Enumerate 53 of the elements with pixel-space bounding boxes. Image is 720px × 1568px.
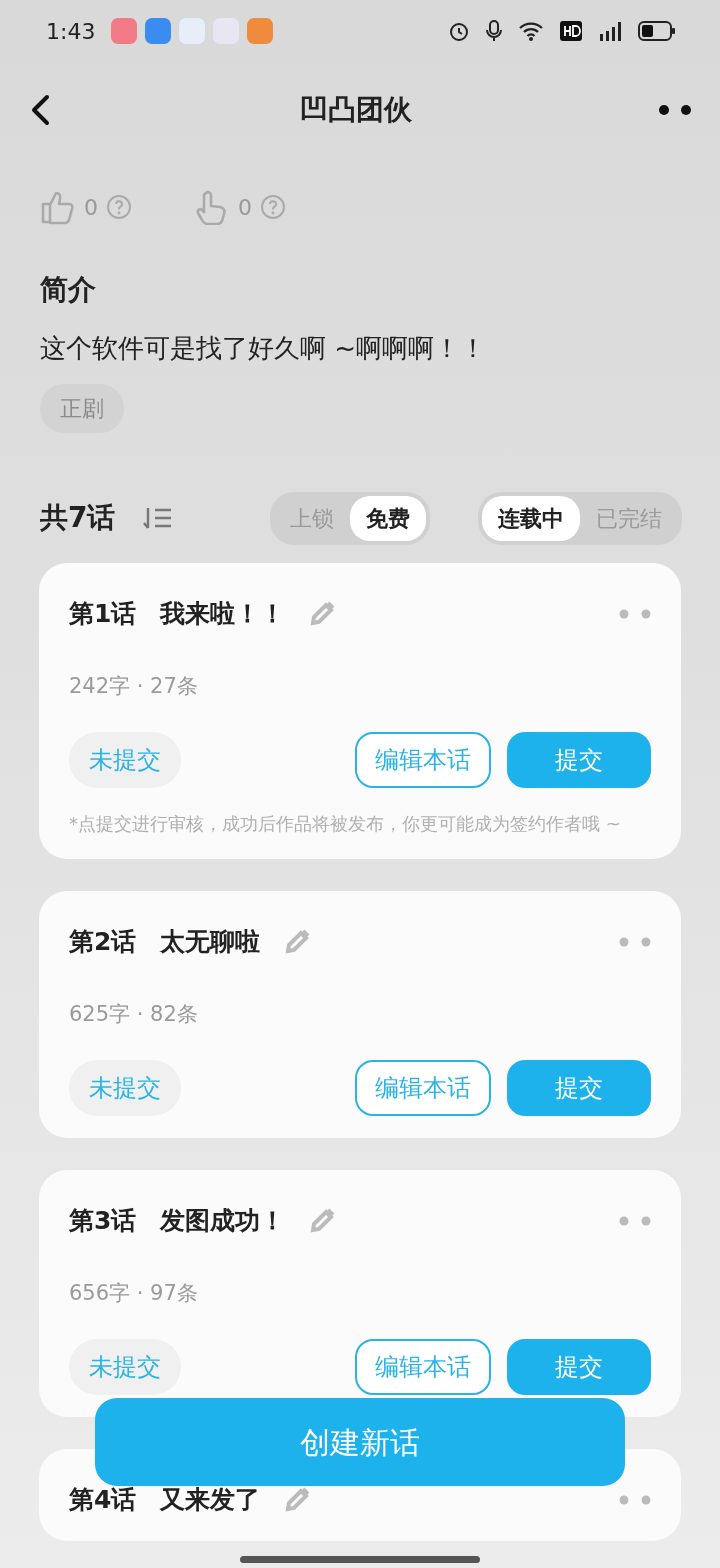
episode-number: 第4话 [69,1484,137,1516]
status-pill: 未提交 [69,732,181,788]
episode-title: 发图成功！ [160,1205,286,1237]
sort-icon[interactable] [143,505,174,531]
edit-episode-button[interactable]: 编辑本话 [355,1060,491,1116]
episode-title: 太无聊啦 [160,926,261,958]
status-time: 1:43 [46,17,96,46]
episode-title: 又来发了 [160,1484,261,1516]
app-icon [247,18,274,44]
submit-button[interactable]: 提交 [507,732,651,788]
signal-icon [598,20,622,42]
episode-count: 共7话 [40,500,116,536]
pencil-icon[interactable] [284,928,311,955]
section-heading: 简介 [40,272,97,308]
genre-tag[interactable]: 正剧 [40,384,124,433]
wifi-icon [518,21,544,41]
edit-episode-button[interactable]: 编辑本话 [355,1339,491,1395]
reaction-count: 0 [84,193,98,222]
app-icon [145,18,172,44]
app-icon [213,18,240,44]
episode-stats: 625字 · 82条 [69,1000,199,1028]
edit-episode-button[interactable]: 编辑本话 [355,732,491,788]
help-icon[interactable] [106,194,132,220]
alarm-icon [448,20,470,42]
submit-button[interactable]: 提交 [507,1060,651,1116]
status-pill: 未提交 [69,1060,181,1116]
app-icon [179,18,206,44]
pencil-icon[interactable] [309,1207,336,1234]
submit-button[interactable]: 提交 [507,1339,651,1395]
home-indicator[interactable] [240,1556,480,1563]
more-icon[interactable] [658,103,692,116]
filter-tab[interactable]: 免费 [350,495,426,541]
episode-number: 第3话 [69,1205,137,1237]
pencil-icon[interactable] [284,1486,311,1513]
battery-icon [638,21,676,41]
episode-stats: 242字 · 27条 [69,672,199,700]
hd-icon [560,21,582,41]
app-icon [111,18,138,44]
reaction-count: 0 [238,193,252,222]
filter-tab[interactable]: 连载中 [482,495,580,541]
page-title: 凹凸团伙 [300,91,412,128]
help-icon[interactable] [260,194,286,220]
thumbs-up-icon[interactable] [40,189,76,225]
description-text: 这个软件可是找了好久啊 ~啊啊啊！！ [40,332,488,365]
pencil-icon[interactable] [309,600,336,627]
episode-number: 第2话 [69,926,137,958]
submit-note: *点提交进行审核，成功后作品将被发布，你更可能成为签约作者哦 ~ [69,812,622,836]
episode-title: 我来啦！！ [160,598,286,630]
episode-stats: 656字 · 97条 [69,1279,199,1307]
episode-number: 第1话 [69,598,137,630]
status-pill: 未提交 [69,1339,181,1395]
microphone-icon [486,20,502,42]
create-episode-button[interactable]: 创建新话 [95,1398,625,1486]
